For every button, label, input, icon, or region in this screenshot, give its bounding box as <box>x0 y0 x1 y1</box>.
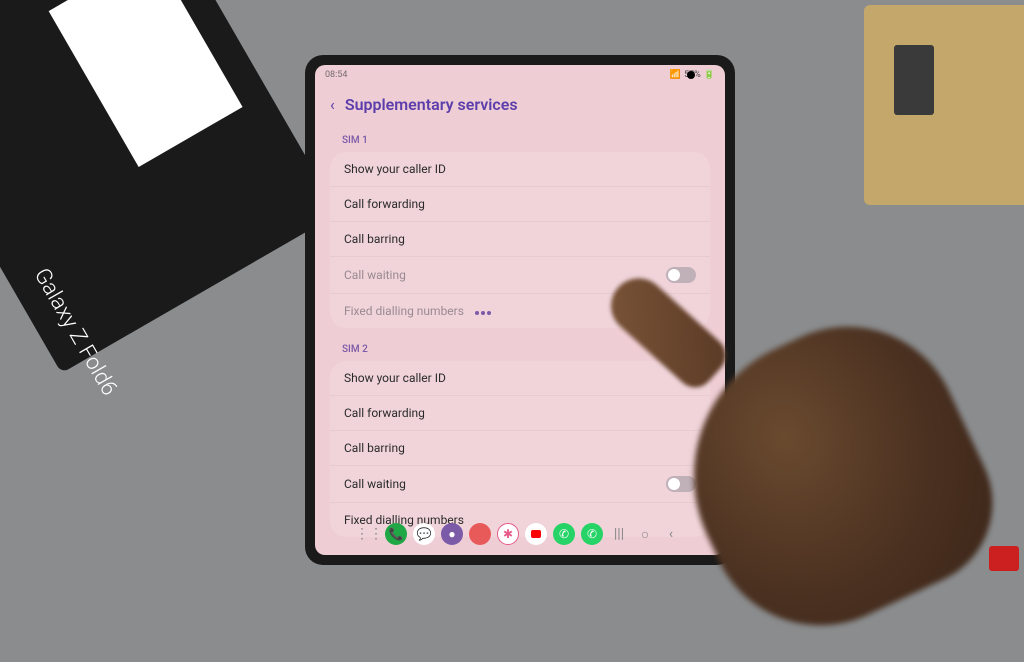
page-header: ‹ Supplementary services <box>315 85 725 129</box>
barcode-area <box>49 0 243 167</box>
setting-label: Call waiting <box>344 477 406 491</box>
youtube-app-icon[interactable] <box>525 523 547 545</box>
channel-logo <box>989 546 1019 571</box>
messages-app-icon[interactable]: 💬 <box>413 523 435 545</box>
back-button[interactable]: ‹ <box>330 95 335 114</box>
sim2-call-waiting-toggle[interactable] <box>666 476 696 492</box>
phone-app-icon[interactable]: 📞 <box>385 523 407 545</box>
setting-label: Call waiting <box>344 268 406 282</box>
app-dock: ⋮⋮ 📞 💬 ● ✱ ✆ ✆ ||| ○ ‹ <box>315 519 725 549</box>
sim2-card: Show your caller ID Call forwarding Call… <box>330 361 710 537</box>
status-time: 08:54 <box>325 70 347 80</box>
product-name-text: Galaxy Z Fold6 <box>29 264 122 400</box>
browser-app-icon[interactable]: ● <box>441 523 463 545</box>
loading-spinner-icon <box>475 311 491 315</box>
page-title: Supplementary services <box>345 95 518 114</box>
sim1-caller-id[interactable]: Show your caller ID <box>330 152 710 187</box>
wifi-icon: 📶 <box>670 70 681 80</box>
product-box: Galaxy Z Fold6 <box>0 0 339 373</box>
status-bar: 08:54 📶 57% 🔋 <box>315 65 725 85</box>
sim1-call-barring[interactable]: Call barring <box>330 222 710 257</box>
camera-hole <box>687 71 695 79</box>
setting-label: Show your caller ID <box>344 162 446 176</box>
sim2-call-barring[interactable]: Call barring <box>330 431 710 466</box>
recent-apps-button[interactable]: ||| <box>609 527 629 542</box>
whatsapp-business-app-icon[interactable]: ✆ <box>581 523 603 545</box>
app-icon-pink[interactable]: ✱ <box>497 523 519 545</box>
sim1-section-header: SIM 1 <box>330 129 710 152</box>
setting-label: Call barring <box>344 232 405 246</box>
whatsapp-app-icon[interactable]: ✆ <box>553 523 575 545</box>
sim1-call-forwarding[interactable]: Call forwarding <box>330 187 710 222</box>
setting-label: Fixed dialling numbers <box>344 304 491 318</box>
sim2-caller-id[interactable]: Show your caller ID <box>330 361 710 396</box>
setting-label: Call forwarding <box>344 197 425 211</box>
setting-label: Show your caller ID <box>344 371 446 385</box>
sim1-call-waiting-toggle[interactable] <box>666 267 696 283</box>
setting-label: Call forwarding <box>344 406 425 420</box>
apps-grid-icon[interactable]: ⋮⋮ <box>359 527 379 542</box>
hinge-hardware <box>894 45 934 115</box>
wooden-block <box>864 5 1024 205</box>
home-button[interactable]: ○ <box>635 527 655 542</box>
setting-label: Call barring <box>344 441 405 455</box>
battery-icon: 🔋 <box>704 70 715 80</box>
sim2-call-forwarding[interactable]: Call forwarding <box>330 396 710 431</box>
sim2-call-waiting[interactable]: Call waiting <box>330 466 710 503</box>
back-nav-button[interactable]: ‹ <box>661 527 681 542</box>
app-icon-red[interactable] <box>469 523 491 545</box>
